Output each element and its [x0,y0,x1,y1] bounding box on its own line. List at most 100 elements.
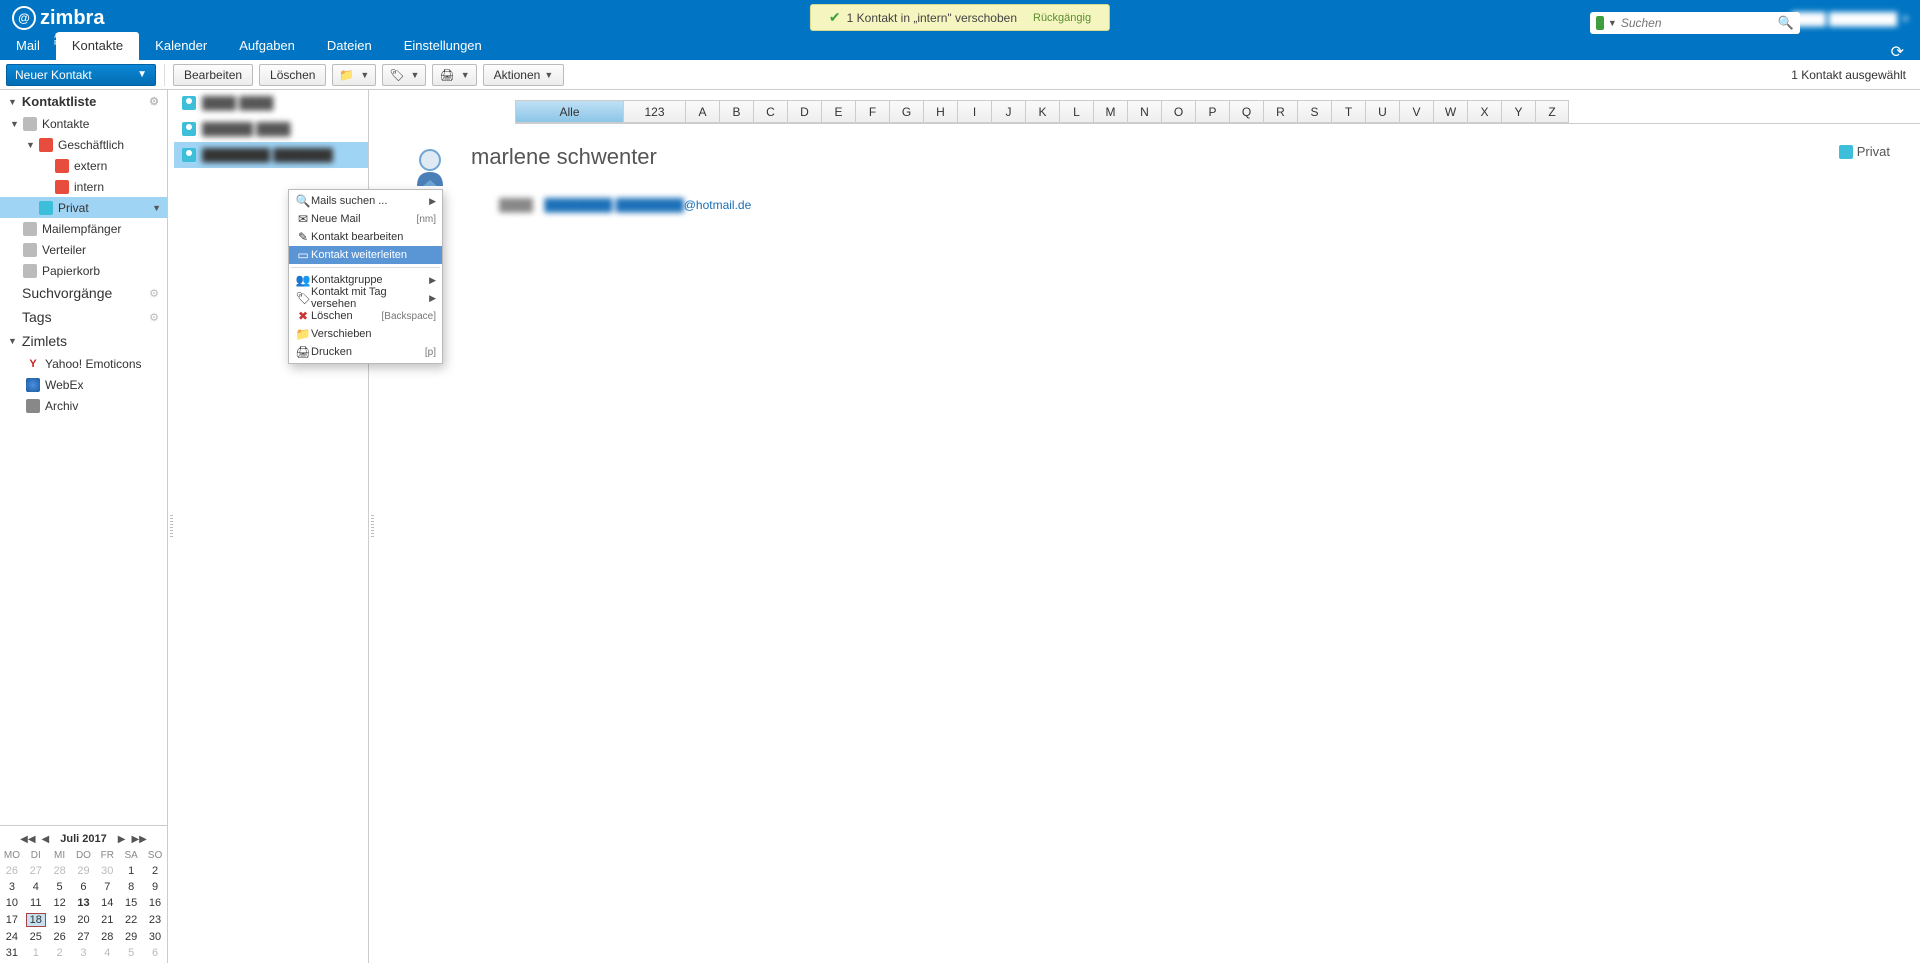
tree-mailrecipients[interactable]: Mailempfänger [0,218,167,239]
ctx-new-mail[interactable]: ✉ Neue Mail [nm] [289,210,442,228]
zimlet-webex[interactable]: WebEx [0,374,167,395]
alpha-letter[interactable]: V [1399,100,1433,123]
alpha-letter[interactable]: K [1025,100,1059,123]
cal-day[interactable]: 7 [95,879,119,895]
search-scope-dropdown[interactable]: ▼ [1608,18,1617,28]
cal-day[interactable]: 17 [0,911,24,929]
tab-mail[interactable]: Mail [0,32,56,60]
alpha-letter[interactable]: A [685,100,719,123]
cal-day[interactable]: 16 [143,895,167,911]
alpha-letter[interactable]: H [923,100,957,123]
alpha-letter[interactable]: F [855,100,889,123]
alpha-letter[interactable]: M [1093,100,1127,123]
tree-extern[interactable]: extern [0,155,167,176]
ctx-search-mails[interactable]: 🔍 Mails suchen ... ▶ [289,192,442,210]
cal-day[interactable]: 25 [24,929,48,945]
cal-day[interactable]: 10 [0,895,24,911]
tree-trash[interactable]: Papierkorb [0,260,167,281]
list-item[interactable]: ████ ████ [174,90,368,116]
alpha-123[interactable]: 123 [623,100,685,123]
ctx-edit-contact[interactable]: ✎ Kontakt bearbeiten [289,228,442,246]
logo[interactable]: @ zimbra A SYNACOR PRODUCT [12,6,104,30]
cal-day[interactable]: 13 [72,895,96,911]
cal-day[interactable]: 29 [72,863,96,879]
user-menu[interactable]: ████ ████████ ▼ [1792,12,1910,26]
cal-day[interactable]: 30 [143,929,167,945]
section-contactlist[interactable]: ▼ Kontaktliste ⚙ [0,90,167,113]
cal-day[interactable]: 15 [119,895,143,911]
cal-day[interactable]: 28 [48,863,72,879]
cal-title[interactable]: Juli 2017 [60,833,106,845]
cal-day[interactable]: 2 [48,945,72,961]
alpha-letter[interactable]: B [719,100,753,123]
tree-contacts[interactable]: ▼ Kontakte [0,113,167,134]
print-button[interactable]: 🖨▼ [432,64,476,86]
cal-day[interactable]: 6 [72,879,96,895]
alpha-letter[interactable]: O [1161,100,1195,123]
search-input[interactable] [1621,16,1778,30]
cal-day[interactable]: 14 [95,895,119,911]
cal-prev-month[interactable]: ◀ [39,834,53,845]
alpha-letter[interactable]: Z [1535,100,1569,123]
alpha-letter[interactable]: P [1195,100,1229,123]
cal-day[interactable]: 28 [95,929,119,945]
ctx-print[interactable]: 🖨 Drucken [p] [289,343,442,361]
cal-day[interactable]: 27 [72,929,96,945]
alpha-letter[interactable]: N [1127,100,1161,123]
cal-day[interactable]: 1 [24,945,48,961]
section-searches[interactable]: Suchvorgänge ⚙ [0,281,167,305]
tab-files[interactable]: Dateien [311,32,388,60]
alpha-letter[interactable]: J [991,100,1025,123]
ctx-delete[interactable]: ✖ Löschen [Backspace] [289,307,442,325]
cal-day[interactable]: 21 [95,911,119,929]
alpha-letter[interactable]: L [1059,100,1093,123]
cal-day[interactable]: 11 [24,895,48,911]
tree-business[interactable]: ▼ Geschäftlich [0,134,167,155]
alpha-letter[interactable]: D [787,100,821,123]
cal-day[interactable]: 4 [24,879,48,895]
ctx-move[interactable]: 📁 Verschieben [289,325,442,343]
cal-day[interactable]: 6 [143,945,167,961]
zimlet-archive[interactable]: Archiv [0,395,167,416]
undo-link[interactable]: Rückgängig [1033,12,1091,24]
tree-intern[interactable]: intern [0,176,167,197]
cal-day[interactable]: 24 [0,929,24,945]
cal-day[interactable]: 9 [143,879,167,895]
cal-day[interactable]: 4 [95,945,119,961]
tab-calendar[interactable]: Kalender [139,32,223,60]
alpha-letter[interactable]: Q [1229,100,1263,123]
cal-day[interactable]: 29 [119,929,143,945]
tree-distribution[interactable]: Verteiler [0,239,167,260]
cal-day[interactable]: 3 [0,879,24,895]
cal-day[interactable]: 2 [143,863,167,879]
edit-button[interactable]: Bearbeiten [173,64,253,86]
tree-private[interactable]: Privat ▼ [0,197,167,218]
zimlet-yahoo[interactable]: Y Yahoo! Emoticons [0,353,167,374]
move-button[interactable]: 📁▼ [332,64,376,86]
search-box[interactable]: ▼ 🔍 [1590,12,1800,34]
alpha-letter[interactable]: S [1297,100,1331,123]
alpha-letter[interactable]: I [957,100,991,123]
alpha-letter[interactable]: R [1263,100,1297,123]
gear-icon[interactable]: ⚙ [149,287,159,300]
alpha-letter[interactable]: E [821,100,855,123]
tab-tasks[interactable]: Aufgaben [223,32,311,60]
tab-settings[interactable]: Einstellungen [388,32,498,60]
ctx-tag-contact[interactable]: 🏷 Kontakt mit Tag versehen ▶ [289,289,442,307]
ctx-forward-contact[interactable]: ▭ Kontakt weiterleiten [289,246,442,264]
list-item[interactable]: ██████ ████ [174,116,368,142]
cal-day[interactable]: 30 [95,863,119,879]
cal-day[interactable]: 20 [72,911,96,929]
cal-day[interactable]: 18 [24,911,48,929]
delete-button[interactable]: Löschen [259,64,326,86]
alpha-letter[interactable]: U [1365,100,1399,123]
cal-next-year[interactable]: ▶▶ [128,834,149,845]
actions-button[interactable]: Aktionen▼ [483,64,565,86]
alpha-letter[interactable]: Y [1501,100,1535,123]
cal-day[interactable]: 23 [143,911,167,929]
refresh-button[interactable]: ⟳ [1891,42,1904,62]
cal-day[interactable]: 1 [119,863,143,879]
alpha-letter[interactable]: X [1467,100,1501,123]
cal-day[interactable]: 27 [24,863,48,879]
search-scope-icon[interactable] [1596,16,1604,30]
